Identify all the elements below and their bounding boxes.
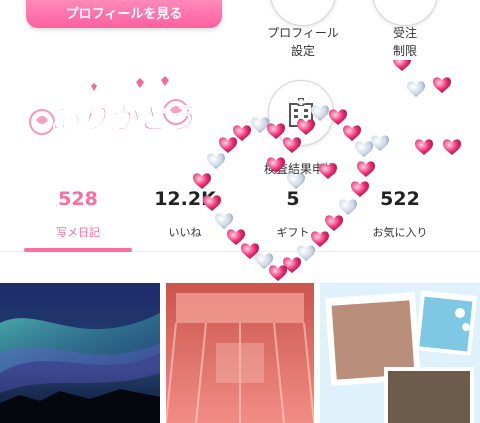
heart-decoration [193,60,461,281]
profile-settings-label: プロフィール 設定 [267,26,339,58]
collage-photo[interactable] [320,283,480,423]
pink-canopy-photo[interactable] [166,283,314,423]
view-profile-button[interactable]: プロフィールを見る [26,0,222,28]
order-limit-button[interactable] [372,0,438,26]
diary-count: 528 [58,188,98,210]
thank-you-sticker: ありがとう [26,72,206,142]
aurora-photo[interactable] [0,283,160,423]
profile-settings-button[interactable] [270,0,336,26]
active-tab-indicator [24,248,132,252]
order-limit-label: 受注 制限 [392,26,417,58]
tab-diary[interactable]: 写メ日記 [38,224,118,240]
thank-you-text: ありがとう [50,102,197,138]
